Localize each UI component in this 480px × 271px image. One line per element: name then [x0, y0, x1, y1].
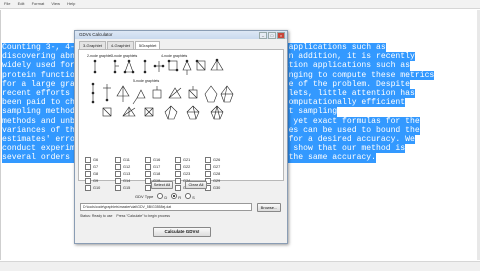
- output-path-field[interactable]: D:\tools\code\graphlets\master\dat\GDV_5…: [80, 203, 252, 211]
- status-line: Status: Ready to use Press "Calculate" t…: [80, 214, 170, 218]
- select-all-button[interactable]: Select All: [151, 181, 173, 189]
- menu-format[interactable]: Format: [32, 1, 45, 6]
- checkbox-g26[interactable]: G26: [205, 156, 235, 163]
- tab-4-graphlet[interactable]: 4-Graphlet: [106, 41, 134, 49]
- graphlet-tabs: 3-Graphlet 4-Graphlet 5Graphlet: [75, 41, 287, 49]
- checkbox-g30[interactable]: G30: [205, 184, 235, 191]
- gdv-radio-d[interactable]: D: [157, 193, 167, 200]
- checkbox-row: G8 G13 G18 G23 G28: [85, 170, 235, 177]
- graphlet-panel: 2-node graphlet 3-node graphlets 4-node …: [78, 49, 284, 191]
- checkbox-g28[interactable]: G28: [205, 170, 235, 177]
- gdv-type-row: GDV Type D R S: [135, 193, 195, 200]
- minimize-icon[interactable]: –: [259, 32, 267, 39]
- close-icon[interactable]: ×: [277, 32, 285, 39]
- checkbox-g10[interactable]: G10: [85, 184, 115, 191]
- clear-all-button[interactable]: Clear All: [185, 181, 207, 189]
- menu-help[interactable]: Help: [67, 1, 75, 6]
- checkbox-g7[interactable]: G7: [85, 163, 115, 170]
- graphlet-drawings: [91, 58, 234, 120]
- checkbox-g21[interactable]: G21: [175, 156, 205, 163]
- browse-button[interactable]: Browse...: [257, 203, 281, 212]
- checkbox-g18[interactable]: G18: [145, 170, 175, 177]
- checkbox-g12[interactable]: G12: [115, 163, 145, 170]
- checkbox-g14[interactable]: G14: [115, 177, 145, 184]
- gdv-type-label: GDV Type: [135, 194, 154, 199]
- calculate-gdvs-button[interactable]: Calculate GDVs!: [153, 227, 211, 237]
- checkbox-g13[interactable]: G13: [115, 170, 145, 177]
- label-2-node: 2-node graphlet: [87, 54, 112, 58]
- checkbox-g27[interactable]: G27: [205, 163, 235, 170]
- checkbox-g23[interactable]: G23: [175, 170, 205, 177]
- checkbox-g6[interactable]: G6: [85, 156, 115, 163]
- graphlets-figure: 2-node graphlet 3-node graphlets 4-node …: [87, 54, 234, 120]
- checkbox-g11[interactable]: G11: [115, 156, 145, 163]
- gdv-radio-r[interactable]: R: [171, 193, 181, 200]
- status-hint: Press "Calculate" to begin process: [116, 214, 171, 218]
- menu-edit[interactable]: Edit: [18, 1, 25, 6]
- checkbox-row: G6 G11 G16 G21 G26: [85, 156, 235, 163]
- label-3-node: 3-node graphlets: [111, 54, 138, 58]
- status-label: Status: Ready to use: [80, 214, 113, 218]
- checkbox-g8[interactable]: G8: [85, 170, 115, 177]
- menu-view[interactable]: View: [51, 1, 60, 6]
- label-4-node: 4-node graphlets: [161, 54, 188, 58]
- gdv-radio-s[interactable]: S: [185, 193, 195, 200]
- dialog-titlebar[interactable]: GDVs Calculator – □ ×: [75, 31, 287, 39]
- checkbox-g9[interactable]: G9: [85, 177, 115, 184]
- menu-file[interactable]: File: [4, 1, 10, 6]
- maximize-icon[interactable]: □: [268, 32, 276, 39]
- editor-menubar: File Edit Format View Help: [0, 0, 480, 9]
- gdv-calculator-dialog: GDVs Calculator – □ × 3-Graphlet 4-Graph…: [74, 30, 288, 244]
- checkbox-g29[interactable]: G29: [205, 177, 235, 184]
- label-5-node: 5-node graphlets: [133, 79, 160, 83]
- tab-5-graphlet[interactable]: 5Graphlet: [134, 41, 161, 49]
- checkbox-g22[interactable]: G22: [175, 163, 205, 170]
- checkbox-g17[interactable]: G17: [145, 163, 175, 170]
- checkbox-g15[interactable]: G15: [115, 184, 145, 191]
- checkbox-row: G7 G12 G17 G22 G27: [85, 163, 235, 170]
- checkbox-g16[interactable]: G16: [145, 156, 175, 163]
- dialog-title: GDVs Calculator: [79, 32, 113, 37]
- tab-3-graphlet[interactable]: 3-Graphlet: [79, 41, 106, 49]
